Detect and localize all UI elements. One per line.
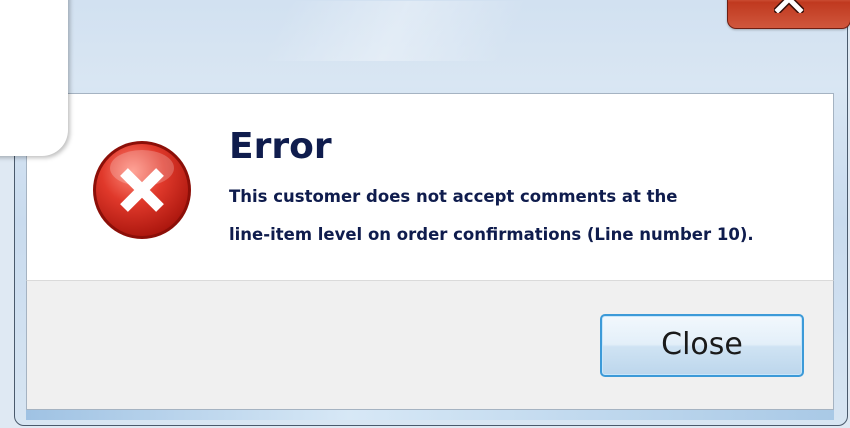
dialog-title: Error xyxy=(229,126,332,167)
close-icon xyxy=(774,0,804,13)
overlapping-card xyxy=(0,0,68,156)
close-button[interactable]: Close xyxy=(600,314,804,377)
dialog-message: This customer does not accept comments a… xyxy=(229,178,829,254)
error-x-circle-icon xyxy=(93,141,191,239)
dialog-message-line: This customer does not accept comments a… xyxy=(229,187,678,206)
dialog-message-line: line-item level on order confirmations (… xyxy=(229,225,754,244)
glass-sheen xyxy=(261,1,529,61)
window-bottom-edge xyxy=(26,410,834,420)
window-close-button[interactable] xyxy=(727,0,850,29)
